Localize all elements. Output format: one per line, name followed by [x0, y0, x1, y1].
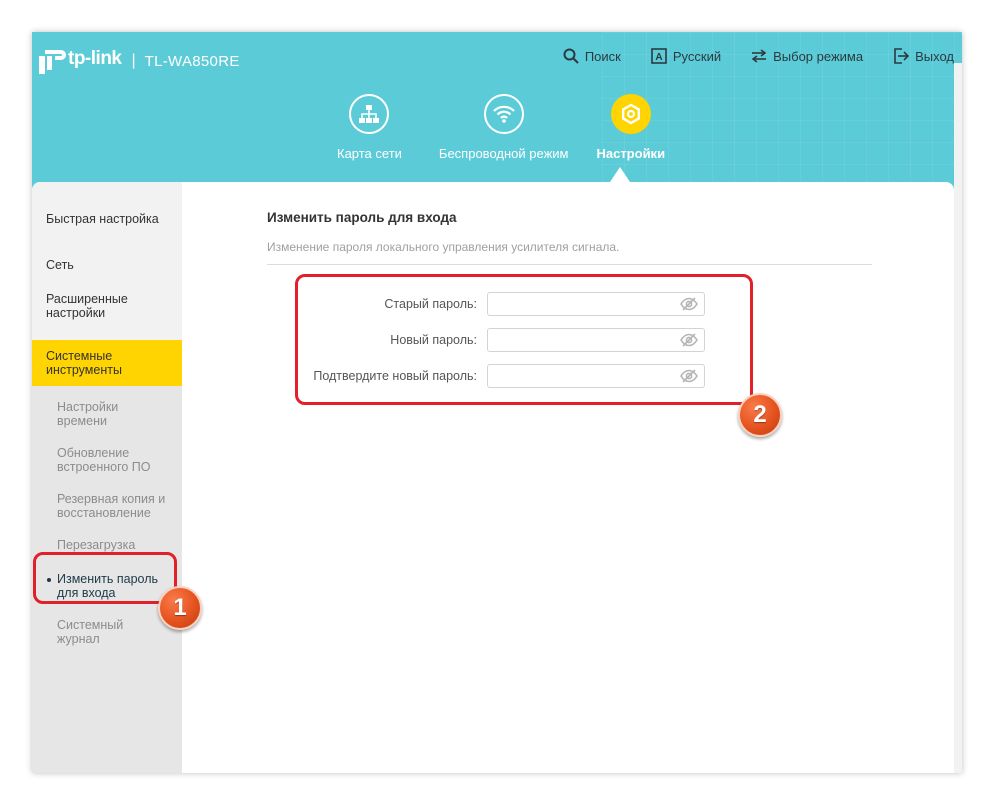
tab-network-map[interactable]: Карта сети	[337, 94, 402, 161]
language-icon: A	[651, 48, 667, 64]
sidebar-item-network[interactable]: Сеть	[32, 258, 182, 292]
sidebar-sub-firmware-update[interactable]: Обновление встроенного ПО	[32, 446, 182, 492]
sidebar-sub-time-settings[interactable]: Настройки времени	[32, 400, 182, 446]
top-nav: Поиск A Русский Выбор режима Выход	[563, 48, 954, 64]
highlight-box-sidebar	[33, 552, 177, 604]
device-model: TL-WA850RE	[144, 52, 240, 70]
language-label: Русский	[672, 48, 722, 64]
sidebar: Быстрая настройка Сеть Расширенные настр…	[32, 182, 182, 773]
sidebar-top-menu: Быстрая настройка Сеть Расширенные настр…	[32, 182, 182, 340]
content-area: Быстрая настройка Сеть Расширенные настр…	[32, 182, 954, 773]
sidebar-item-quick-setup[interactable]: Быстрая настройка	[32, 212, 182, 258]
tp-link-logo-icon	[36, 46, 66, 76]
sidebar-item-advanced[interactable]: Расширенные настройки	[32, 292, 182, 340]
page-scrollbar[interactable]	[954, 63, 962, 773]
logout-icon	[894, 48, 910, 64]
search-label: Поиск	[584, 48, 621, 64]
step-badge-1: 1	[158, 586, 202, 630]
sidebar-submenu: Настройки времени Обновление встроенного…	[32, 386, 182, 664]
mode-select-button[interactable]: Выбор режима	[751, 48, 863, 64]
network-map-icon	[349, 94, 390, 134]
tab-settings[interactable]: Настройки	[596, 94, 665, 161]
page-description: Изменение пароля локального управления у…	[267, 240, 872, 265]
switch-mode-icon	[751, 49, 767, 63]
main-nav: Карта сети Беспроводной режим Настройки	[332, 94, 665, 161]
language-button[interactable]: A Русский	[651, 48, 721, 64]
mode-label: Выбор режима	[773, 48, 864, 64]
settings-gear-icon	[610, 94, 651, 134]
logout-label: Выход	[915, 48, 954, 64]
svg-text:A: A	[655, 52, 662, 63]
sidebar-sub-backup-restore[interactable]: Резервная копия и восстановление	[32, 492, 182, 538]
search-button[interactable]: Поиск	[563, 48, 621, 64]
page-title: Изменить пароль для входа	[267, 210, 457, 225]
change-password-panel: Изменить пароль для входа Изменение паро…	[267, 210, 872, 388]
tab-settings-label: Настройки	[596, 146, 666, 161]
sidebar-item-system-tools[interactable]: Системные инструменты	[32, 340, 182, 386]
logo-text: tp-link	[68, 48, 122, 69]
wifi-icon	[483, 94, 524, 134]
logout-button[interactable]: Выход	[893, 48, 954, 64]
active-tab-caret	[610, 167, 630, 182]
tab-wireless-label: Беспроводной режим	[438, 146, 569, 161]
logo-separator: |	[131, 52, 136, 69]
brand-logo: tp-link | TL-WA850RE	[36, 46, 240, 76]
search-icon	[563, 48, 579, 64]
tab-wireless[interactable]: Беспроводной режим	[438, 94, 569, 161]
tab-network-map-label: Карта сети	[337, 146, 402, 161]
step-badge-2: 2	[738, 393, 782, 437]
highlight-box-form	[295, 274, 753, 405]
sidebar-sub-system-log[interactable]: Системный журнал	[32, 618, 182, 664]
